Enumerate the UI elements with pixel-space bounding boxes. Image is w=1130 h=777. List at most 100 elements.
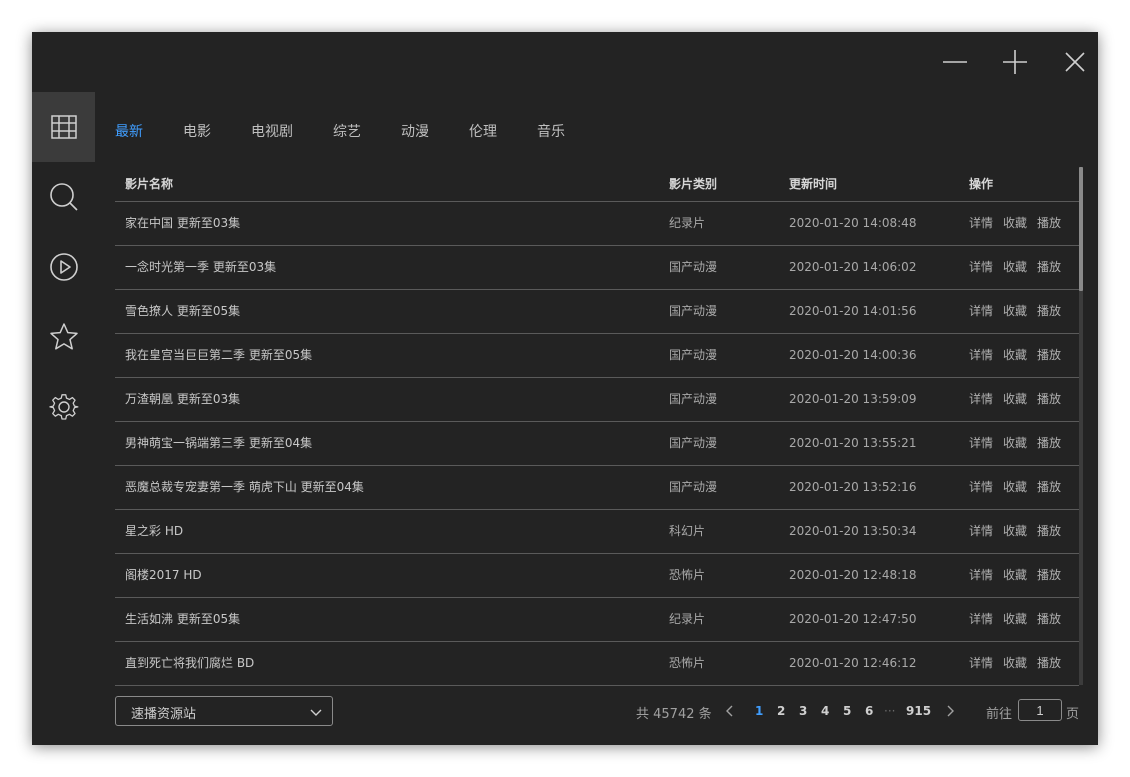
play-button[interactable]: 播放 xyxy=(1037,524,1061,538)
row-actions: 详情 收藏 播放 xyxy=(969,334,1061,377)
update-time: 2020-01-20 12:48:18 xyxy=(789,568,917,582)
minimize-button[interactable] xyxy=(939,46,971,78)
row-actions: 详情 收藏 播放 xyxy=(969,510,1061,553)
sidebar-item-films[interactable] xyxy=(32,92,95,162)
play-button[interactable]: 播放 xyxy=(1037,656,1061,670)
goto-suffix: 页 xyxy=(1066,707,1080,722)
film-grid-icon xyxy=(50,115,77,139)
page-4[interactable]: 4 xyxy=(821,704,829,718)
table-row[interactable]: 直到死亡将我们腐烂 BD 恐怖片 2020-01-20 12:46:12 详情 收藏 播放 xyxy=(115,642,1079,686)
favorite-button[interactable]: 收藏 xyxy=(1003,656,1027,670)
tab-ethics[interactable]: 伦理 xyxy=(469,122,497,142)
favorite-button[interactable]: 收藏 xyxy=(1003,216,1027,230)
video-title: 星之彩 HD xyxy=(125,524,184,538)
table-row[interactable]: 男神萌宝一锅端第三季 更新至04集 国产动漫 2020-01-20 13:55:21… xyxy=(115,422,1079,466)
play-circle-icon xyxy=(49,253,78,281)
scrollbar-thumb[interactable] xyxy=(1079,167,1083,291)
page-ellipsis[interactable]: ··· xyxy=(884,704,895,718)
favorite-button[interactable]: 收藏 xyxy=(1003,348,1027,362)
table-row[interactable]: 一念时光第一季 更新至03集 国产动漫 2020-01-20 14:06:02 详情收… xyxy=(115,246,1079,290)
sidebar-item-search[interactable] xyxy=(32,162,95,232)
play-button[interactable]: 播放 xyxy=(1037,612,1061,626)
tab-anime[interactable]: 动漫 xyxy=(401,122,429,142)
play-button[interactable]: 播放 xyxy=(1037,392,1061,406)
video-title: 生活如沸 更新至05集 xyxy=(125,612,241,626)
row-actions: 详情 收藏 播放 xyxy=(969,642,1061,685)
detail-button[interactable]: 详情 xyxy=(969,392,993,406)
play-button[interactable]: 播放 xyxy=(1037,260,1061,274)
close-button[interactable] xyxy=(1059,46,1091,78)
detail-button[interactable]: 详情 xyxy=(969,260,993,274)
video-title: 一念时光第一季 更新至03集 xyxy=(125,260,277,274)
table-scrollbar[interactable] xyxy=(1079,167,1083,685)
detail-button[interactable]: 详情 xyxy=(969,568,993,582)
table-row[interactable]: 我在皇宫当巨巨第二季 更新至05集 国产动漫 2020-01-20 14:00:36… xyxy=(115,334,1079,378)
page-3[interactable]: 3 xyxy=(799,704,807,718)
update-time: 2020-01-20 13:59:09 xyxy=(789,392,917,406)
detail-button[interactable]: 详情 xyxy=(969,348,993,362)
page-2[interactable]: 2 xyxy=(777,704,785,718)
maximize-button[interactable] xyxy=(999,46,1031,78)
detail-button[interactable]: 详情 xyxy=(969,216,993,230)
sidebar-item-play[interactable] xyxy=(32,232,95,302)
page-last[interactable]: 915 xyxy=(906,704,931,718)
chevron-left-icon[interactable] xyxy=(725,705,735,717)
update-time: 2020-01-20 14:00:36 xyxy=(789,348,917,362)
update-time: 2020-01-20 13:52:16 xyxy=(789,480,917,494)
sidebar-item-settings[interactable] xyxy=(32,372,95,442)
play-button[interactable]: 播放 xyxy=(1037,568,1061,582)
header-time: 更新时间 xyxy=(789,177,838,191)
page-6[interactable]: 6 xyxy=(865,704,873,718)
favorite-button[interactable]: 收藏 xyxy=(1003,524,1027,538)
detail-button[interactable]: 详情 xyxy=(969,436,993,450)
favorite-button[interactable]: 收藏 xyxy=(1003,612,1027,626)
chevron-right-icon[interactable] xyxy=(945,705,955,717)
plus-icon xyxy=(1003,50,1027,74)
play-button[interactable]: 播放 xyxy=(1037,348,1061,362)
tab-music[interactable]: 音乐 xyxy=(537,122,565,142)
favorite-button[interactable]: 收藏 xyxy=(1003,260,1027,274)
play-button[interactable]: 播放 xyxy=(1037,436,1061,450)
page-5[interactable]: 5 xyxy=(843,704,851,718)
favorite-button[interactable]: 收藏 xyxy=(1003,392,1027,406)
row-actions: 详情 收藏 播放 xyxy=(969,378,1061,421)
favorite-button[interactable]: 收藏 xyxy=(1003,480,1027,494)
play-button[interactable]: 播放 xyxy=(1037,304,1061,318)
detail-button[interactable]: 详情 xyxy=(969,524,993,538)
video-title: 家在中国 更新至03集 xyxy=(125,216,241,230)
video-table: 影片名称 影片类别 更新时间 操作 家在中国 更新至03集 纪录片 2020-01-… xyxy=(115,167,1079,686)
video-title: 我在皇宫当巨巨第二季 更新至05集 xyxy=(125,348,313,362)
video-category: 纪录片 xyxy=(669,216,706,230)
tab-variety[interactable]: 综艺 xyxy=(333,122,361,142)
favorite-button[interactable]: 收藏 xyxy=(1003,436,1027,450)
video-title: 万渣朝凰 更新至03集 xyxy=(125,392,241,406)
play-button[interactable]: 播放 xyxy=(1037,216,1061,230)
favorite-button[interactable]: 收藏 xyxy=(1003,568,1027,582)
video-category: 纪录片 xyxy=(669,612,706,626)
search-icon xyxy=(49,183,78,211)
page-1[interactable]: 1 xyxy=(755,704,763,718)
tab-latest[interactable]: 最新 xyxy=(115,122,143,142)
table-row[interactable]: 星之彩 HD 科幻片 2020-01-20 13:50:34 详情 收藏 播放 xyxy=(115,510,1079,554)
table-row[interactable]: 雪色撩人 更新至05集 国产动漫 2020-01-20 14:01:56 详情 收藏 播放 xyxy=(115,290,1079,334)
detail-button[interactable]: 详情 xyxy=(969,612,993,626)
table-row[interactable]: 家在中国 更新至03集 纪录片 2020-01-20 14:08:48 详情 收藏 播放 xyxy=(115,202,1079,246)
tab-tv-series[interactable]: 电视剧 xyxy=(251,122,293,142)
row-actions: 详情 收藏 播放 xyxy=(969,466,1061,509)
video-category: 国产动漫 xyxy=(669,436,718,450)
favorite-button[interactable]: 收藏 xyxy=(1003,304,1027,318)
tab-movies[interactable]: 电影 xyxy=(183,122,211,142)
detail-button[interactable]: 详情 xyxy=(969,480,993,494)
sidebar-item-favorites[interactable] xyxy=(32,302,95,372)
video-category: 国产动漫 xyxy=(669,480,718,494)
close-icon xyxy=(1065,52,1085,72)
row-actions: 详情 收藏 播放 xyxy=(969,422,1061,465)
goto-page-input[interactable] xyxy=(1018,699,1062,721)
detail-button[interactable]: 详情 xyxy=(969,304,993,318)
play-button[interactable]: 播放 xyxy=(1037,480,1061,494)
table-row[interactable]: 万渣朝凰 更新至03集 国产动漫 2020-01-20 13:59:09 详情 收藏 播放 xyxy=(115,378,1079,422)
detail-button[interactable]: 详情 xyxy=(969,656,993,670)
table-row[interactable]: 恶魔总裁专宠妻第一季 萌虎下山 更新至04集 国产动漫 2020-01-20 13:… xyxy=(115,466,1079,510)
table-row[interactable]: 阁楼2017 HD 恐怖片 2020-01-20 12:48:18 详情 收藏 播放 xyxy=(115,554,1079,598)
table-row[interactable]: 生活如沸 更新至05集 纪录片 2020-01-20 12:47:50 详情 收藏 播放 xyxy=(115,598,1079,642)
